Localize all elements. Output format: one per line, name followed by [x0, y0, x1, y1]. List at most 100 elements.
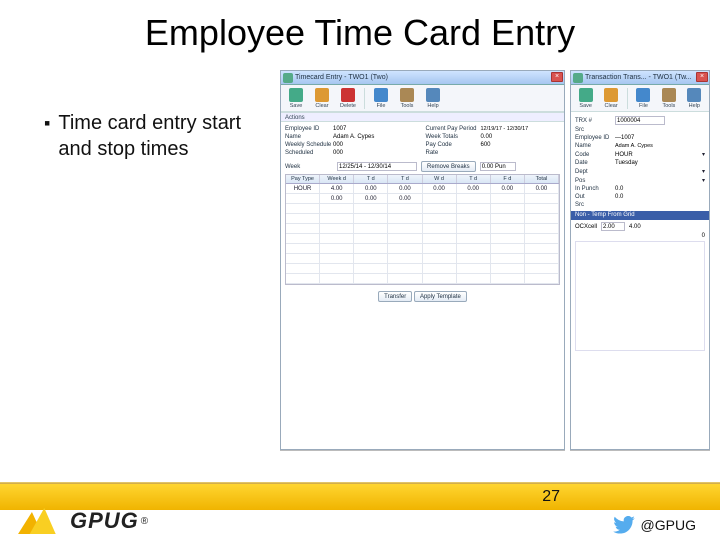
in-value: 0.0 [615, 186, 623, 192]
name-label: Name [575, 143, 615, 149]
tools-button[interactable]: Tools [395, 88, 419, 109]
form-area: TRX #1000004 Src Employee ID—1007 NameAd… [571, 112, 709, 353]
window-transaction: Transaction Trans... - TWO1 (Tw... × Sav… [570, 70, 710, 450]
week-sched-label: Weekly Schedule [285, 142, 333, 148]
trx-field[interactable]: 1000004 [615, 116, 665, 125]
table-row[interactable] [286, 204, 559, 214]
screenshots-area: Timecard Entry - TWO1 (Two) × Save Clear… [280, 70, 710, 450]
sched-value: 000 [333, 150, 343, 156]
file-button[interactable]: File [632, 88, 655, 109]
table-row[interactable] [286, 214, 559, 224]
window-timecard-entry: Timecard Entry - TWO1 (Two) × Save Clear… [280, 70, 565, 450]
paycode-label: Pay Code [426, 142, 481, 148]
close-icon[interactable]: × [696, 72, 708, 82]
delete-button[interactable]: Delete [336, 88, 360, 109]
registered-mark: ® [141, 516, 148, 527]
bullet-area: ▪ Time card entry start and stop times [44, 110, 244, 162]
out-value: 0.0 [615, 194, 623, 200]
app-icon [573, 73, 583, 83]
twitter-handle: @GPUG [641, 517, 696, 533]
table-row[interactable] [286, 254, 559, 264]
toolbar: Save Clear File Tools Help [571, 85, 709, 112]
paycode-value: 600 [481, 142, 491, 148]
save-button[interactable]: Save [574, 88, 597, 109]
bullet-text: Time card entry start and stop times [58, 110, 244, 162]
titlebar: Timecard Entry - TWO1 (Two) × [281, 71, 564, 85]
name-value: Adam A. Cypes [615, 143, 653, 149]
save-button[interactable]: Save [284, 88, 308, 109]
pos-label: Pos [575, 178, 615, 184]
week-select-label: Week [285, 164, 333, 170]
page-number: 27 [542, 488, 560, 506]
section-val3: 0 [702, 233, 705, 239]
window-title: Timecard Entry - TWO1 (Two) [281, 71, 564, 85]
period-label: Current Pay Period [426, 126, 481, 132]
week-total-value: 0.00 [481, 134, 493, 140]
punch-hint: 0.00 Pun [480, 162, 516, 171]
clear-button[interactable]: Clear [599, 88, 622, 109]
empty-list [575, 241, 705, 351]
grid-body: HOUR4.000.000.000.000.000.000.000.000.00… [286, 184, 559, 284]
dept-label: Dept [575, 169, 615, 175]
window-title: Transaction Trans... - TWO1 (Tw... [571, 71, 709, 85]
slide-footer: 27 GPUG ® @GPUG [0, 482, 720, 540]
table-row[interactable]: HOUR4.000.000.000.000.000.000.00 [286, 184, 559, 194]
table-row[interactable]: 0.000.000.00 [286, 194, 559, 204]
emp-id-label: Employee ID [285, 126, 333, 132]
toolbar-divider [364, 88, 365, 109]
app-icon [283, 73, 293, 83]
table-row[interactable] [286, 224, 559, 234]
tools-button[interactable]: Tools [657, 88, 680, 109]
week-total-label: Week Totals [426, 134, 481, 140]
section-header: Non - Temp From Grid [571, 211, 709, 220]
section-row-label: OCXcell [575, 224, 597, 230]
ribbon-tab[interactable]: Actions [281, 112, 564, 122]
section-val2: 4.00 [629, 224, 641, 230]
table-row[interactable] [286, 234, 559, 244]
logo-mark-icon [20, 506, 66, 536]
code-label: Code [575, 152, 615, 158]
src-label: Src [575, 127, 615, 133]
remove-breaks-button[interactable]: Remove Breaks [421, 161, 476, 172]
date-label: Date [575, 160, 615, 166]
apply-template-button[interactable]: Apply Template [414, 291, 467, 302]
transfer-button[interactable]: Transfer [378, 291, 412, 302]
file-button[interactable]: File [369, 88, 393, 109]
table-row[interactable] [286, 264, 559, 274]
close-icon[interactable]: × [551, 72, 563, 82]
help-button[interactable]: Help [683, 88, 706, 109]
week-sched-value: 000 [333, 142, 343, 148]
name-label: Name [285, 134, 333, 140]
src2-label: Src [575, 202, 615, 208]
form-area: Employee ID1007 NameAdam A. Cypes Weekly… [281, 122, 564, 304]
titlebar: Transaction Trans... - TWO1 (Tw... × [571, 71, 709, 85]
logo-text: GPUG [70, 508, 139, 534]
code-value: HOUR [615, 152, 633, 158]
trx-label: TRX # [575, 118, 615, 124]
gpug-logo: GPUG ® [20, 506, 148, 536]
sched-label: Scheduled [285, 150, 333, 156]
clear-button[interactable]: Clear [310, 88, 334, 109]
name-value: Adam A. Cypes [333, 134, 374, 140]
table-row[interactable] [286, 244, 559, 254]
help-button[interactable]: Help [421, 88, 445, 109]
bullet-marker: ▪ [44, 110, 50, 136]
section-val1[interactable]: 2.00 [601, 222, 625, 231]
form-footer: Transfer Apply Template [285, 291, 560, 302]
emp-id-value: 1007 [333, 126, 346, 132]
slide-title: Employee Time Card Entry [0, 12, 720, 54]
rate-label: Rate [426, 150, 481, 156]
toolbar: Save Clear Delete File Tools Help [281, 85, 564, 112]
table-row[interactable] [286, 274, 559, 284]
out-label: Out [575, 194, 615, 200]
date-value: Tuesday [615, 160, 638, 166]
in-label: In Punch [575, 186, 615, 192]
grid-header: Pay Type Week d T d T d W d T d F d Tota… [286, 175, 559, 184]
social-area: @GPUG [613, 516, 696, 534]
period-value: 12/19/17 - 12/30/17 [481, 126, 529, 132]
emp-label: Employee ID [575, 135, 615, 141]
emp-value: —1007 [615, 135, 634, 141]
twitter-icon [613, 516, 635, 534]
week-select[interactable]: 12/25/14 - 12/30/14 [337, 162, 417, 171]
time-grid[interactable]: Pay Type Week d T d T d W d T d F d Tota… [285, 174, 560, 285]
